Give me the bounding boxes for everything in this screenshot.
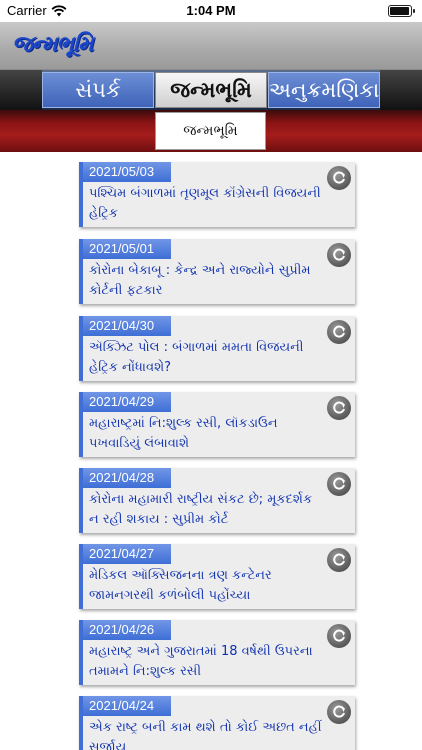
- article-headline[interactable]: ઍક્ઝિટ પોલ : બંગાળમાં મમતા વિજયની હેટ્રિ…: [89, 338, 324, 378]
- article-headline[interactable]: મહારાષ્ટ્ર અને ગુજરાતમાં 18 વર્ષથી ઉપરના…: [89, 642, 324, 682]
- battery-level: [390, 7, 409, 15]
- refresh-icon[interactable]: [327, 243, 351, 267]
- tab-contact-label: સંપર્ક: [75, 77, 121, 102]
- article-date: 2021/04/24: [83, 696, 171, 716]
- tab-janmabhoomi-label: જન્મભૂમિ: [170, 77, 252, 102]
- tab-bar-right-edge: [380, 70, 422, 110]
- tab-index[interactable]: અનુક્રમણિકા: [268, 72, 380, 108]
- refresh-icon[interactable]: [327, 396, 351, 420]
- sub-header-label: જન્મભૂમિ: [155, 112, 266, 150]
- article-headline[interactable]: મહારાષ્ટ્રમાં નિ:શુલ્ક રસી, લૉકડાઉન પખવા…: [89, 414, 324, 454]
- article-card[interactable]: 2021/04/24 એક રાષ્ટ્ર બની કામ થશે તો કોઈ…: [79, 696, 355, 750]
- refresh-icon[interactable]: [327, 472, 351, 496]
- article-list[interactable]: 2021/05/03 પશ્ચિમ બંગાળમાં તૃણમૂલ કૉંગ્ર…: [0, 152, 422, 750]
- article-card[interactable]: 2021/04/29 મહારાષ્ટ્રમાં નિ:શુલ્ક રસી, લ…: [79, 392, 355, 457]
- article-date: 2021/04/28: [83, 468, 171, 488]
- tab-bar: સંપર્ક જન્મભૂમિ અનુક્રમણિકા: [0, 70, 422, 110]
- status-bar: Carrier 1:04 PM: [0, 0, 422, 22]
- article-date: 2021/04/29: [83, 392, 171, 412]
- app-header: જન્મભૂમિ: [0, 22, 422, 70]
- tab-index-label: અનુક્રમણિકા: [268, 77, 380, 102]
- article-card[interactable]: 2021/04/28 કોરોના મહામારી રાષ્ટ્રીય સંકટ…: [79, 468, 355, 533]
- battery-icon: [388, 5, 415, 17]
- tab-janmabhoomi[interactable]: જન્મભૂમિ: [155, 72, 267, 108]
- article-date: 2021/05/03: [83, 162, 171, 182]
- article-date: 2021/04/27: [83, 544, 171, 564]
- article-card[interactable]: 2021/05/01 કોરોના બેકાબૂ : કેન્દ્ર અને ર…: [79, 239, 355, 304]
- refresh-icon[interactable]: [327, 624, 351, 648]
- article-headline[interactable]: કોરોના મહામારી રાષ્ટ્રીય સંકટ છે; મૂકદર્…: [89, 490, 324, 530]
- refresh-icon[interactable]: [327, 166, 351, 190]
- refresh-icon[interactable]: [327, 700, 351, 724]
- article-date: 2021/05/01: [83, 239, 171, 259]
- refresh-icon[interactable]: [327, 320, 351, 344]
- article-card[interactable]: 2021/04/30 ઍક્ઝિટ પોલ : બંગાળમાં મમતા વિ…: [79, 316, 355, 381]
- tab-contact[interactable]: સંપર્ક: [42, 72, 154, 108]
- refresh-icon[interactable]: [327, 548, 351, 572]
- article-headline[interactable]: મેડિકલ ઑક્સિજનના ત્રણ કન્ટેનર જામનગરથી ક…: [89, 566, 324, 606]
- article-date: 2021/04/26: [83, 620, 171, 640]
- tab-bar-left-edge: [0, 70, 42, 110]
- status-time: 1:04 PM: [186, 3, 236, 18]
- article-date: 2021/04/30: [83, 316, 171, 336]
- article-card[interactable]: 2021/05/03 પશ્ચિમ બંગાળમાં તૃણમૂલ કૉંગ્ર…: [79, 162, 355, 227]
- article-card[interactable]: 2021/04/26 મહારાષ્ટ્ર અને ગુજરાતમાં 18 વ…: [79, 620, 355, 685]
- article-headline[interactable]: કોરોના બેકાબૂ : કેન્દ્ર અને રાજ્યોને સુપ…: [89, 261, 324, 301]
- article-card[interactable]: 2021/04/27 મેડિકલ ઑક્સિજનના ત્રણ કન્ટેનર…: [79, 544, 355, 609]
- logo: જન્મભૂમિ: [12, 32, 93, 57]
- article-headline[interactable]: પશ્ચિમ બંગાળમાં તૃણમૂલ કૉંગ્રેસની વિજયની…: [89, 184, 324, 224]
- article-headline[interactable]: એક રાષ્ટ્ર બની કામ થશે તો કોઈ અછત નહીં સ…: [89, 718, 324, 750]
